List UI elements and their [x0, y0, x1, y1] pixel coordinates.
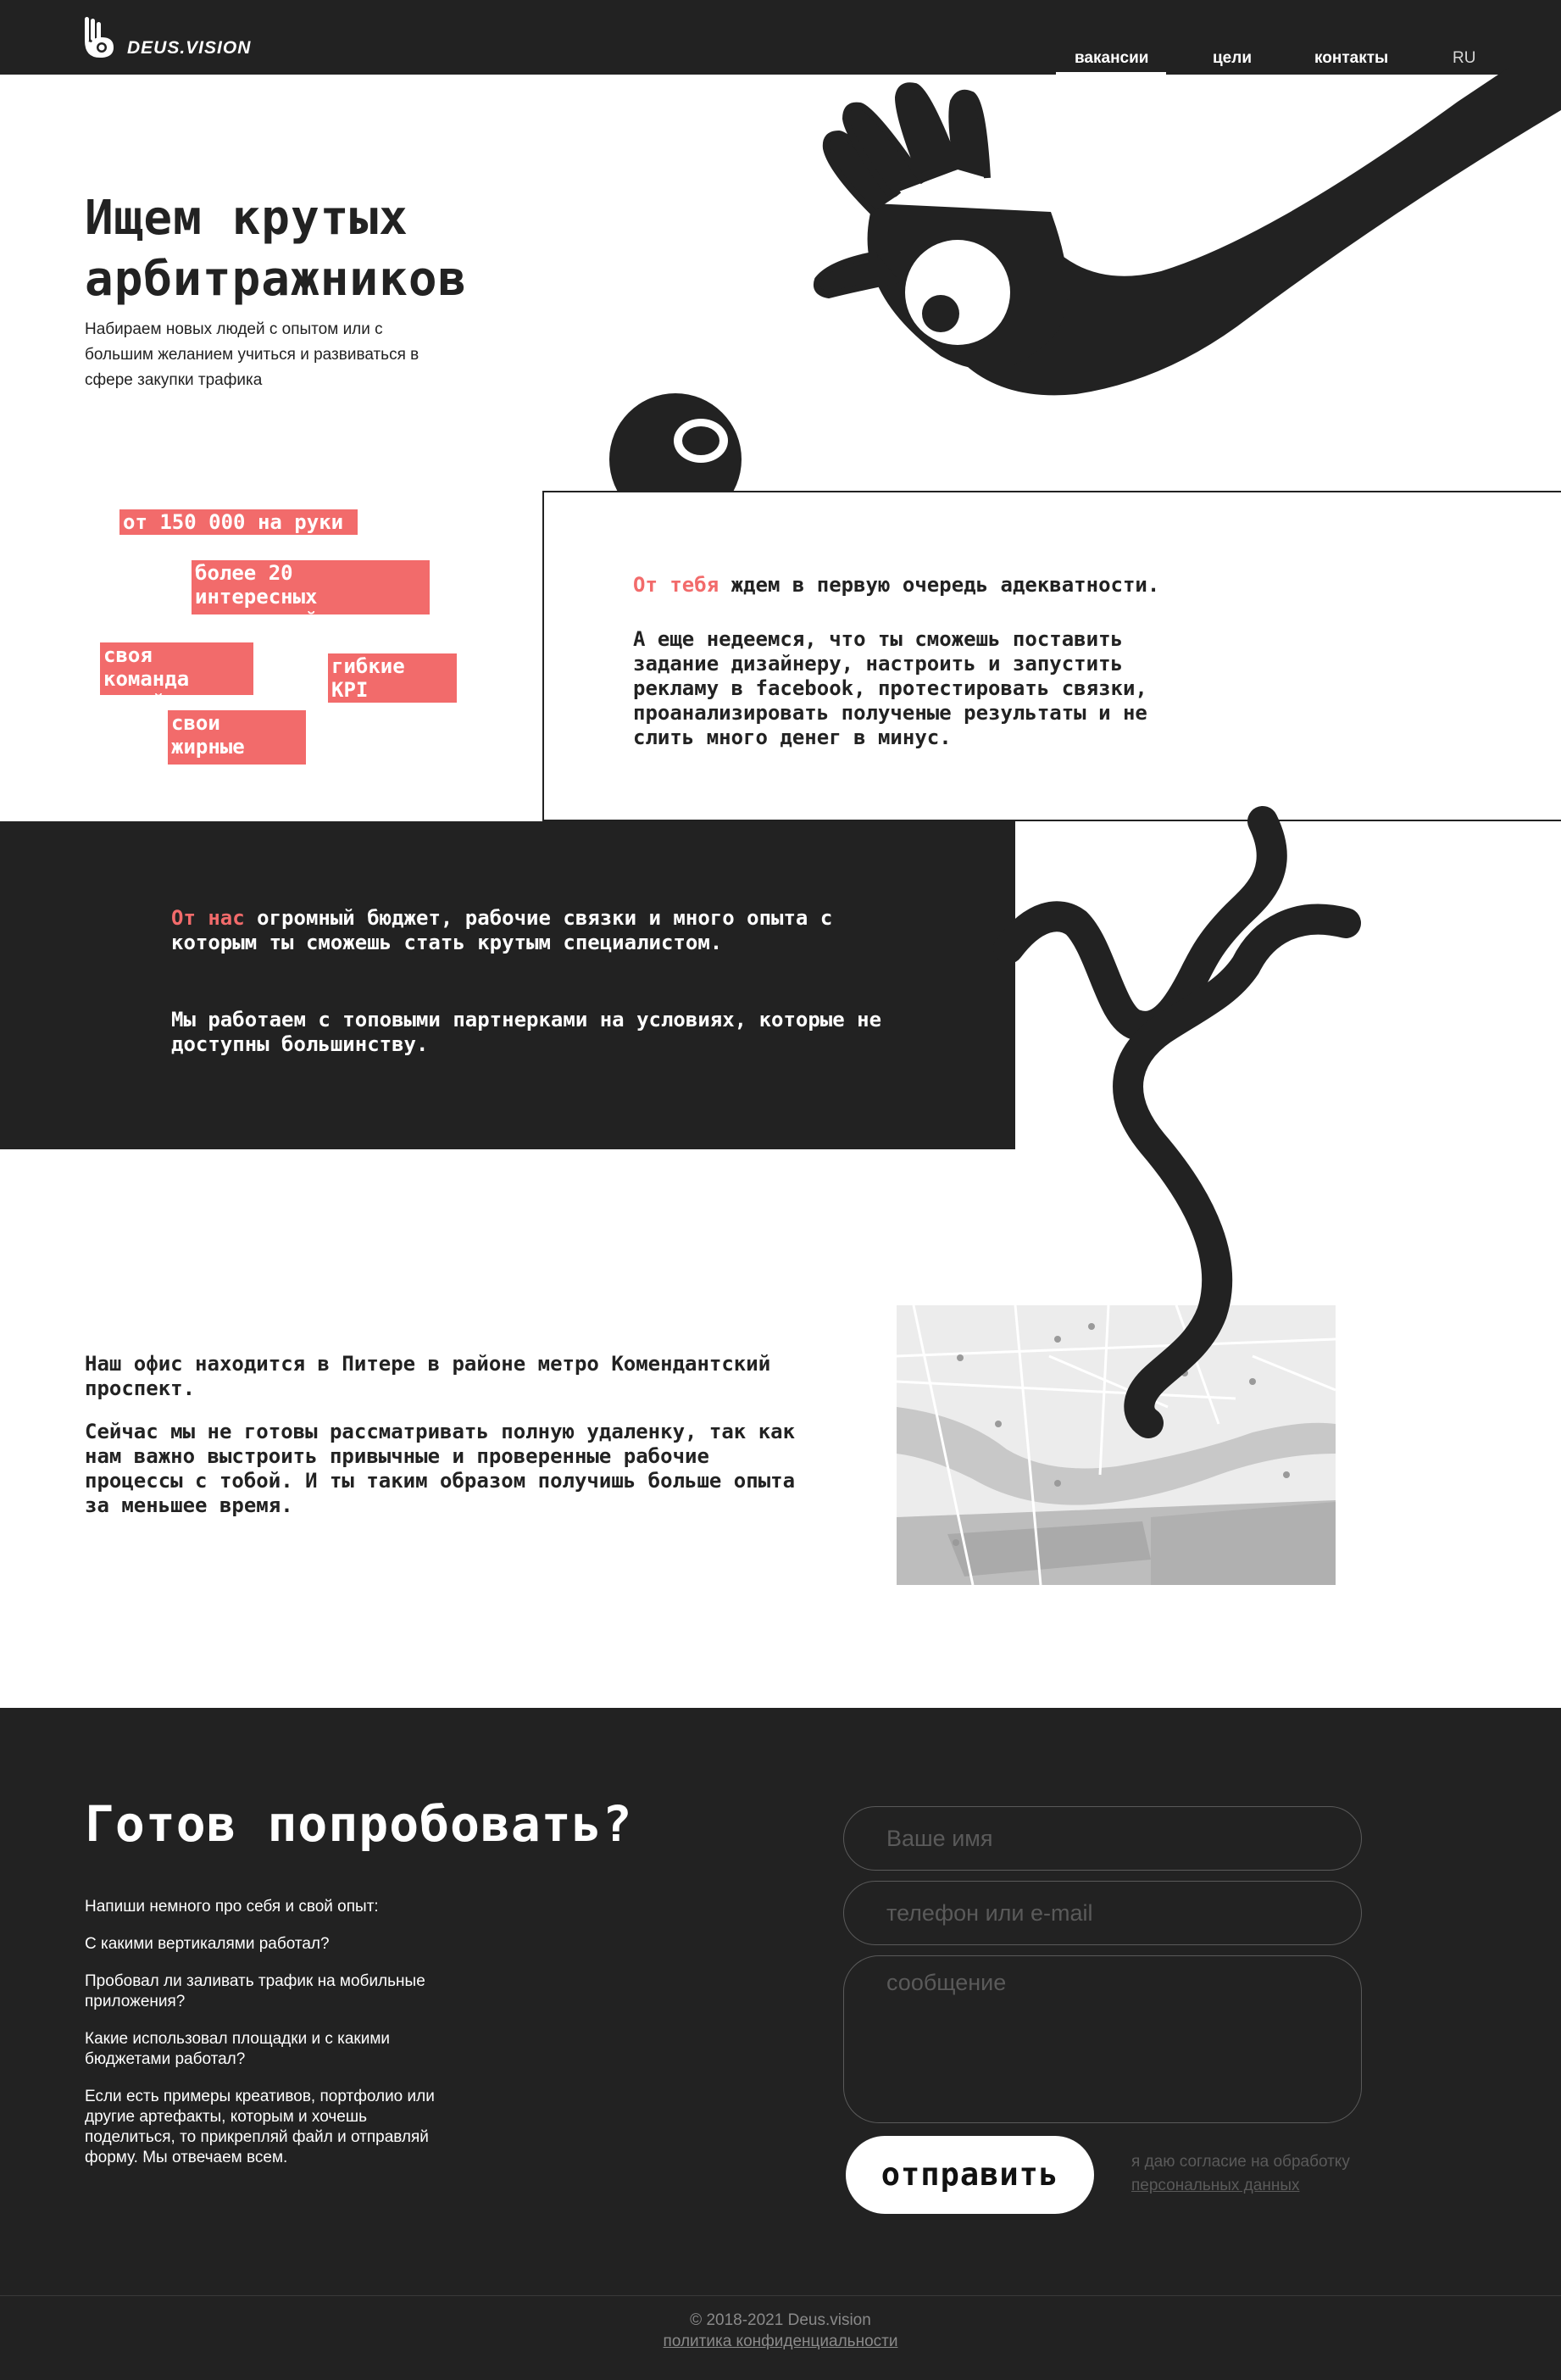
offer-text-1: От нас огромный бюджет, рабочие связки и… — [171, 906, 900, 955]
hero-subtitle: Набираем новых людей с опытом или с боль… — [85, 320, 419, 389]
perk-tag-design-team: своя команда дизайнеров — [100, 642, 253, 715]
hero-title: Ищем крутых арбитражников — [85, 188, 467, 310]
perk-tag-kpi: гибкие KPI — [328, 653, 457, 703]
site-header: DEUS.VISION вакансии цели контакты RU — [0, 0, 1561, 75]
contact-question-2: Пробовал ли заливать трафик на мобильные… — [85, 1972, 425, 2010]
copyright: © 2018-2021 Deus.vision — [690, 2311, 871, 2329]
privacy-policy-link[interactable]: политика конфиденциальности — [0, 2333, 1561, 2351]
offer-rest: огромный бюджет, рабочие связки и много … — [171, 906, 833, 954]
nav-contacts[interactable]: контакты — [1314, 49, 1388, 68]
offer-accent: От нас — [171, 906, 245, 930]
hand-logo-icon[interactable] — [83, 17, 117, 59]
offer-band — [0, 821, 1015, 1149]
offer-text-2: Мы работаем с топовыми партнерками на ус… — [171, 1008, 882, 1056]
hero-title-line-1: Ищем крутых — [85, 191, 408, 246]
personal-data-link[interactable]: персональных данных — [1131, 2174, 1350, 2198]
contact-question-3: Какие использовал площадки и с какими бю… — [85, 2030, 391, 2068]
contact-question-4: Если есть примеры креативов, портфолио и… — [85, 2088, 435, 2166]
submit-button[interactable]: отправить — [846, 2136, 1094, 2214]
perk-tag-accounts: свои жирные аккаунты — [168, 710, 306, 782]
consent-note: я даю согласие на обработку персональных… — [1131, 2150, 1350, 2198]
hand-eye-illustration — [813, 68, 1561, 396]
contact-title: Готов попробовать? — [85, 1795, 633, 1853]
office-remote-text: Сейчас мы не готовы рассматривать полную… — [85, 1420, 796, 1517]
office-location-text: Наш офис находится в Питере в районе мет… — [85, 1352, 771, 1400]
perk-tag-verticals: более 20 интересных вертикалей — [192, 560, 430, 632]
consent-text: я даю согласие на обработку — [1131, 2153, 1350, 2171]
expectations-accent: От тебя — [633, 573, 719, 597]
tentacle-illustration — [993, 806, 1361, 1438]
contact-input[interactable]: телефон или e-mail — [843, 1881, 1362, 1945]
nav-vacancies[interactable]: вакансии — [1075, 49, 1148, 68]
name-input[interactable]: Ваше имя — [843, 1806, 1362, 1871]
hero-title-line-2: арбитражников — [85, 252, 468, 307]
expectations-rest: ждем в первую очередь адекватности. — [719, 573, 1160, 597]
nav-goals[interactable]: цели — [1213, 49, 1252, 68]
contact-question-1: С какими вертикалями работал? — [85, 1935, 330, 1953]
perk-tag-salary: от 150 000 на руки — [119, 509, 358, 535]
expectations-text-1: От тебя ждем в первую очередь адекватнос… — [633, 573, 1159, 597]
expectations-text-2: А еще недеемся, что ты сможешь поставить… — [633, 627, 1147, 749]
message-textarea[interactable]: сообщение — [843, 1955, 1362, 2123]
logo-text[interactable]: DEUS.VISION — [127, 38, 251, 58]
language-switch[interactable]: RU — [1453, 49, 1475, 68]
contact-intro: Напиши немного про себя и свой опыт: — [85, 1898, 379, 1916]
